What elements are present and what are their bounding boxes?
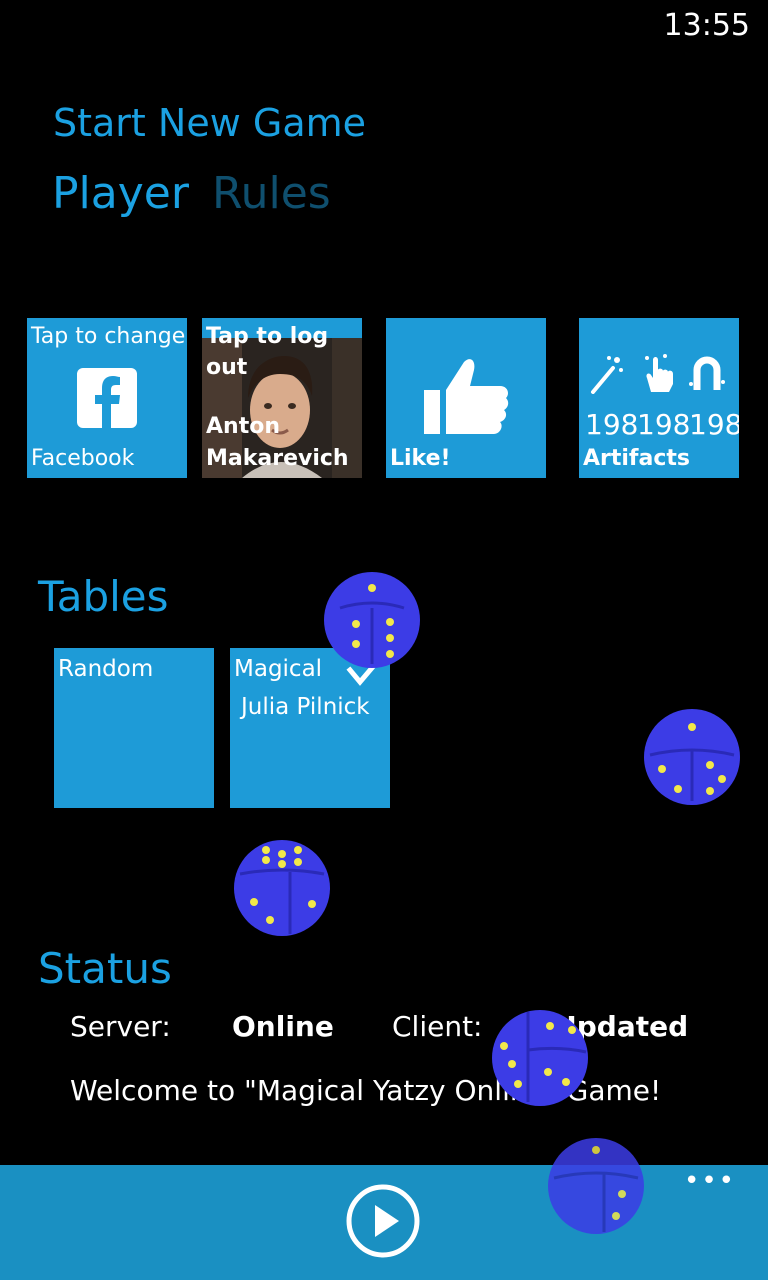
like-tile-label: Like! — [390, 446, 451, 471]
pivot-rules[interactable]: Rules — [212, 168, 331, 219]
tables-heading: Tables — [38, 572, 169, 621]
client-label: Client: — [392, 1010, 483, 1043]
play-button[interactable] — [345, 1183, 421, 1259]
die-icon — [644, 709, 740, 805]
die-icon — [492, 1010, 588, 1106]
artifact-count-1: 198 — [585, 408, 639, 441]
facebook-tile-hint: Tap to change — [31, 324, 186, 349]
facebook-tile[interactable]: Tap to change Facebook — [27, 318, 187, 478]
server-label: Server: — [70, 1010, 171, 1043]
artifacts-tile-label: Artifacts — [583, 446, 691, 471]
table-tile-magical[interactable]: Magical Julia Pilnick — [230, 648, 390, 808]
facebook-tile-label: Facebook — [31, 446, 135, 471]
tap-hand-icon — [645, 354, 673, 392]
table-tile-label: Random — [58, 656, 154, 682]
die-icon — [234, 840, 330, 936]
profile-tile[interactable]: Tap to log out Anton Makarevich — [202, 318, 362, 478]
profile-last-name: Makarevich — [206, 446, 349, 471]
artifact-count-2: 198 — [637, 408, 691, 441]
table-tile-label: Magical — [234, 656, 323, 682]
profile-first-name: Anton — [206, 414, 280, 439]
table-tile-random[interactable]: Random — [54, 648, 214, 808]
die-icon — [324, 572, 420, 668]
status-heading: Status — [38, 944, 172, 993]
table-tile-player: Julia Pilnick — [241, 694, 370, 720]
app-title: Start New Game — [53, 101, 366, 145]
pivot-player[interactable]: Player — [52, 168, 189, 219]
play-icon — [346, 1184, 420, 1258]
magnet-icon — [689, 356, 725, 390]
artifact-count-3: 198 — [689, 408, 739, 441]
like-tile[interactable]: Like! — [386, 318, 546, 478]
server-status-value: Online — [232, 1010, 334, 1043]
profile-tile-hint-1: Tap to log — [206, 324, 329, 349]
die-icon — [548, 1138, 644, 1234]
magic-wand-icon — [591, 356, 623, 394]
facebook-icon — [77, 368, 137, 428]
status-clock: 13:55 — [663, 8, 750, 43]
more-options-button[interactable]: ••• — [684, 1166, 736, 1196]
artifacts-tile[interactable]: 198 198 198 Artifacts — [579, 318, 739, 478]
thumbs-up-icon — [424, 359, 509, 434]
profile-tile-hint-2: out — [206, 355, 248, 380]
